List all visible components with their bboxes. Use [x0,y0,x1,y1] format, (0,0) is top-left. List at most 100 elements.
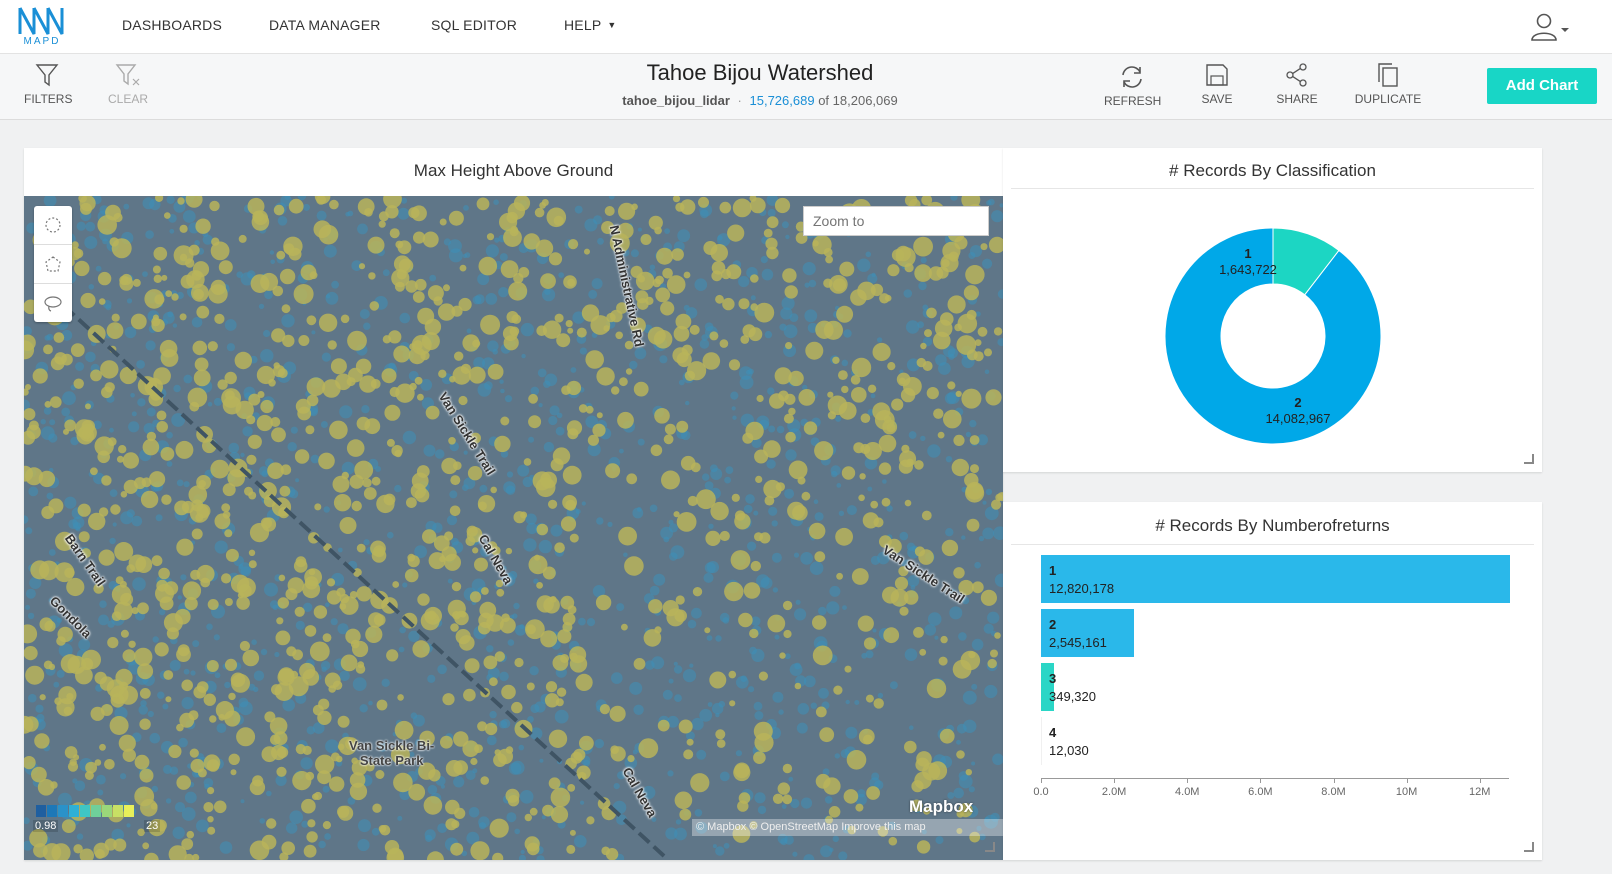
canopy-point [279,268,296,285]
map-attribution[interactable]: © Mapbox © OpenStreetMap Improve this ma… [692,819,1003,836]
canopy-point [748,327,763,342]
point-map[interactable]: N Administrative Rd Van Sickle Trail Cal… [24,196,1003,860]
canopy-point [679,808,692,821]
canopy-point [470,841,490,860]
classification-chart-title[interactable]: # Records By Classification [1003,161,1542,181]
lidar-point [486,645,494,653]
resize-handle[interactable] [1524,454,1534,464]
canopy-point [704,627,711,634]
returns-bar-chart[interactable]: 1 12,820,178 2 2,545,161 3 349,320 4 12,030 0.0 2… [1003,502,1542,860]
color-legend[interactable]: 0.98 23 [33,804,161,832]
lidar-point [945,528,954,537]
share-button[interactable]: SHARE [1276,62,1318,106]
zoom-to-input[interactable] [803,206,989,236]
canopy-point [836,572,843,580]
canopy-point [421,332,440,351]
lasso-select-tool[interactable] [34,284,72,322]
lidar-point [824,796,833,804]
lidar-point [771,552,782,563]
canopy-point [966,349,978,361]
dashboard-title[interactable]: Tahoe Bijou Watershed [570,60,950,86]
legend-swatch [80,805,90,817]
user-menu[interactable] [1530,12,1574,42]
circle-select-tool[interactable] [34,206,72,245]
canopy-point [727,224,745,242]
lidar-point [290,426,298,434]
lidar-point [518,744,525,751]
canopy-point [601,846,610,856]
canopy-point [193,369,211,387]
canopy-point [756,394,764,403]
nav-sql-editor[interactable]: SQL EDITOR [431,17,517,33]
lidar-point [764,330,773,339]
canopy-point [969,435,980,445]
bar-4[interactable] [1041,717,1042,765]
lidar-point [126,298,133,304]
canopy-point [371,476,381,486]
canopy-point [279,485,291,497]
canopy-point [560,654,569,663]
lidar-point [876,337,883,343]
lidar-point [836,483,842,488]
canopy-point [192,340,208,356]
legend-swatch [58,805,68,817]
lidar-point [48,549,56,556]
canopy-point [763,479,782,499]
bar-value: 349,320 [1049,689,1096,704]
canopy-point [738,612,753,628]
canopy-point [451,581,462,592]
canopy-point [337,715,350,728]
classification-donut[interactable] [1003,198,1542,468]
canopy-point [221,503,231,512]
lidar-point [449,490,458,499]
canopy-point [508,281,528,301]
canopy-point [926,678,947,699]
mapd-logo[interactable]: MAPD [18,6,66,48]
canopy-point [774,367,792,385]
canopy-point [358,263,366,270]
canopy-point [914,264,932,282]
filters-button[interactable]: FILTERS [24,62,72,106]
canopy-point [919,648,927,656]
canopy-point [534,207,545,218]
resize-handle[interactable] [1524,842,1534,852]
separator-dot: · [737,93,742,108]
duplicate-button[interactable]: DUPLICATE [1354,62,1422,106]
polygon-select-tool[interactable] [34,245,72,284]
lidar-point [95,265,102,272]
canopy-point [295,744,306,755]
save-button[interactable]: SAVE [1200,62,1234,106]
nav-help[interactable]: HELP ▼ [564,17,616,33]
canopy-point [676,512,697,532]
canopy-point [397,240,412,255]
lidar-point [183,481,190,488]
canopy-point [846,750,867,770]
refresh-button[interactable]: REFRESH [1104,62,1161,108]
nav-data-manager[interactable]: DATA MANAGER [269,17,381,33]
lidar-point [796,722,808,734]
map-canvas[interactable] [24,196,1003,860]
canopy-point [288,676,309,697]
canopy-point [81,419,95,434]
resize-handle[interactable] [985,842,995,852]
legend-swatch [113,805,123,817]
canopy-point [100,360,119,379]
lidar-point [730,391,739,400]
lidar-point [748,686,755,693]
lidar-point [968,252,976,259]
map-chart-title[interactable]: Max Height Above Ground [24,161,1003,181]
clear-filters-button[interactable]: CLEAR [108,62,148,106]
canopy-point [843,789,859,804]
canopy-point [611,386,620,395]
legend-swatch [91,805,101,817]
add-chart-button[interactable]: Add Chart [1487,68,1597,104]
lidar-point [935,836,944,845]
legend-max: 23 [144,820,161,832]
canopy-point [839,261,855,277]
nav-dashboards[interactable]: DASHBOARDS [122,17,222,33]
canopy-point [873,517,884,528]
canopy-point [528,555,548,575]
canopy-point [554,542,565,553]
canopy-point [58,686,77,705]
mapbox-logo[interactable]: Mapbox [909,797,973,817]
